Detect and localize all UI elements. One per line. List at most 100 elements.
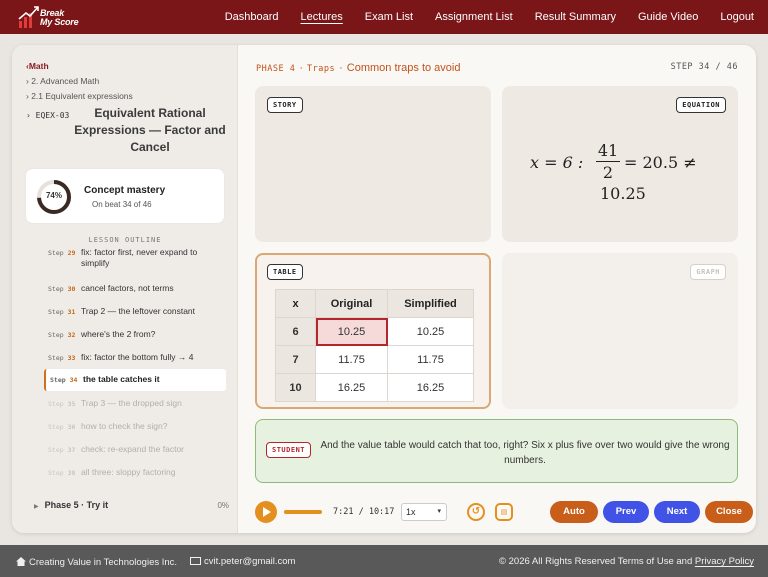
- graph-tag: GRAPH: [690, 264, 726, 280]
- table-cell-original: 11.75: [315, 345, 388, 374]
- mastery-subtitle: On beat 34 of 46: [92, 200, 152, 209]
- top-navbar: Break My Score Dashboard Lectures Exam L…: [0, 0, 768, 34]
- student-tag: STUDENT: [266, 442, 312, 458]
- outline-step-35[interactable]: Step 35 Trap 3 — the dropped sign: [48, 398, 226, 410]
- outline-step-30[interactable]: Step 30 cancel factors, not terms: [48, 283, 226, 295]
- nav-logout[interactable]: Logout: [720, 11, 754, 23]
- outline-step-label: where's the 2 from?: [81, 329, 156, 339]
- main-nav: Dashboard Lectures Exam List Assignment …: [203, 0, 754, 34]
- phase-code: PHASE 4: [256, 64, 296, 74]
- playback-time: 7:21 / 10:17: [333, 507, 395, 517]
- outline-step-label: all three: sloppy factoring: [81, 467, 176, 477]
- exercise-id: › EQEX-03: [26, 111, 70, 120]
- value-table: x Original Simplified 6 10.25 10.25 7 11…: [275, 289, 474, 402]
- privacy-policy-link[interactable]: Privacy Policy: [695, 556, 754, 567]
- fraction-numerator: 41: [596, 141, 620, 162]
- mail-icon: [190, 557, 201, 565]
- nav-result-summary[interactable]: Result Summary: [535, 11, 616, 23]
- table-panel: TABLE x Original Simplified 6 10.25 10.2…: [255, 253, 491, 409]
- student-dialogue: STUDENT And the value table would catch …: [255, 419, 738, 483]
- outline-step-34-active[interactable]: Step 34 the table catches it: [44, 369, 226, 391]
- outline-step-37[interactable]: Step 37 check: re-expand the factor: [48, 444, 226, 456]
- student-text: And the value table would catch that too…: [320, 440, 730, 466]
- nav-dashboard[interactable]: Dashboard: [225, 11, 279, 23]
- table-cell-x: 10: [275, 373, 316, 402]
- story-tag: STORY: [267, 97, 303, 113]
- lesson-outline-heading: LESSON OUTLINE: [88, 236, 162, 244]
- table-header-row: x Original Simplified: [275, 289, 474, 318]
- playback-progress[interactable]: [284, 510, 322, 514]
- table-row: 10 16.25 16.25: [275, 373, 474, 402]
- nav-assignment-list[interactable]: Assignment List: [435, 11, 513, 23]
- graph-panel: GRAPH: [502, 253, 738, 409]
- phase-5-percent: 0%: [217, 501, 229, 510]
- step-counter: STEP 34 / 46: [670, 62, 738, 72]
- next-button[interactable]: Next: [654, 501, 700, 523]
- phase-header: PHASE 4 · Traps · Common traps to avoid: [256, 62, 461, 74]
- brand-logo[interactable]: Break My Score: [18, 4, 98, 30]
- table-cell-x: 7: [275, 345, 316, 374]
- caret-right-icon: ▶: [34, 504, 39, 510]
- outline-step-36[interactable]: Step 36 how to check the sign?: [48, 421, 226, 433]
- breadcrumb-equivalent-expressions[interactable]: › 2.1 Equivalent expressions: [26, 91, 133, 101]
- mastery-title: Concept mastery: [84, 185, 166, 196]
- copyright-text: © 2026 All Rights Reserved Terms of Use …: [499, 556, 693, 567]
- outline-step-38[interactable]: Step 38 all three: sloppy factoring: [48, 467, 226, 479]
- breadcrumb-advanced-math[interactable]: › 2. Advanced Math: [26, 76, 99, 86]
- replay-icon: ↺: [471, 506, 481, 517]
- logo-text-line2: My Score: [40, 17, 79, 27]
- table-row: 6 10.25 10.25: [275, 317, 474, 346]
- replay-button[interactable]: ↺: [467, 503, 485, 521]
- close-button[interactable]: Close: [705, 501, 753, 523]
- exercise-title: Equivalent Rational Expressions — Factor…: [74, 106, 226, 154]
- outline-step-label: fix: factor first, never expand to simpl…: [81, 247, 198, 268]
- phase-5-toggle[interactable]: ▶ Phase 5 · Try it: [34, 500, 108, 510]
- fraction-denominator: 2: [602, 163, 614, 182]
- speed-value: 1x: [406, 507, 416, 517]
- table-header: x: [275, 289, 316, 318]
- table-cell-simplified: 11.75: [387, 345, 474, 374]
- outline-step-label: Trap 3 — the dropped sign: [81, 398, 182, 408]
- phase-description: Common traps to avoid: [346, 62, 461, 74]
- footer-email[interactable]: cvit.peter@gmail.com: [190, 556, 295, 567]
- outline-step-label: check: re-expand the factor: [81, 444, 185, 454]
- equation-comparison-value: 10.25: [600, 184, 646, 203]
- outline-step-label: how to check the sign?: [81, 421, 168, 431]
- outline-step-label: cancel factors, not terms: [81, 283, 174, 293]
- story-panel: STORY: [255, 86, 491, 242]
- play-button[interactable]: [255, 501, 277, 523]
- nav-exam-list[interactable]: Exam List: [365, 11, 413, 23]
- table-cell-x: 6: [275, 317, 316, 346]
- lesson-card: ‹Math › 2. Advanced Math › 2.1 Equivalen…: [12, 45, 756, 533]
- outline-step-label: fix: factor the bottom fully → 4: [81, 352, 194, 362]
- auto-button[interactable]: Auto: [550, 501, 598, 523]
- lesson-outline-list: Step 29 fix: factor first, never expand …: [12, 247, 238, 483]
- equation-panel: EQUATION x = 6 : 41 2 = 20.5 ≠ 10.25: [502, 86, 738, 242]
- nav-lectures[interactable]: Lectures: [301, 11, 343, 23]
- lesson-sidebar: ‹Math › 2. Advanced Math › 2.1 Equivalen…: [12, 45, 238, 533]
- outline-step-31[interactable]: Step 31 Trap 2 — the leftover constant: [48, 306, 226, 318]
- chevron-down-icon: ▾: [437, 508, 441, 515]
- footer-legal: © 2026 All Rights Reserved Terms of Use …: [499, 556, 754, 567]
- table-cell-simplified: 16.25: [387, 373, 474, 402]
- mastery-percent: 74%: [45, 191, 62, 200]
- table-cell-simplified: 10.25: [387, 317, 474, 346]
- prev-button[interactable]: Prev: [603, 501, 649, 523]
- table-row: 7 11.75 11.75: [275, 345, 474, 374]
- company-name: Creating Value in Technologies Inc.: [29, 557, 178, 568]
- outline-step-32[interactable]: Step 32 where's the 2 from?: [48, 329, 226, 341]
- breadcrumb-math[interactable]: ‹Math: [26, 61, 49, 71]
- equation-fraction: 41 2: [596, 141, 620, 182]
- outline-step-29[interactable]: Step 29 fix: factor first, never expand …: [48, 247, 226, 269]
- speed-select[interactable]: 1x ▾: [401, 503, 447, 521]
- captions-button[interactable]: ▤: [495, 503, 513, 521]
- nav-guide-video[interactable]: Guide Video: [638, 11, 698, 23]
- table-header: Original: [315, 289, 388, 318]
- playback-controls: 7:21 / 10:17 1x ▾ ↺ ▤ Auto Prev Next Clo…: [255, 497, 753, 525]
- table-cell-original-highlighted: 10.25: [315, 317, 388, 346]
- footer-company: Creating Value in Technologies Inc.: [16, 556, 177, 568]
- outline-step-label: Trap 2 — the leftover constant: [81, 306, 196, 316]
- table-cell-original: 16.25: [315, 373, 388, 402]
- phase-5-label: Phase 5 · Try it: [44, 500, 109, 510]
- outline-step-33[interactable]: Step 33 fix: factor the bottom fully → 4: [48, 352, 226, 364]
